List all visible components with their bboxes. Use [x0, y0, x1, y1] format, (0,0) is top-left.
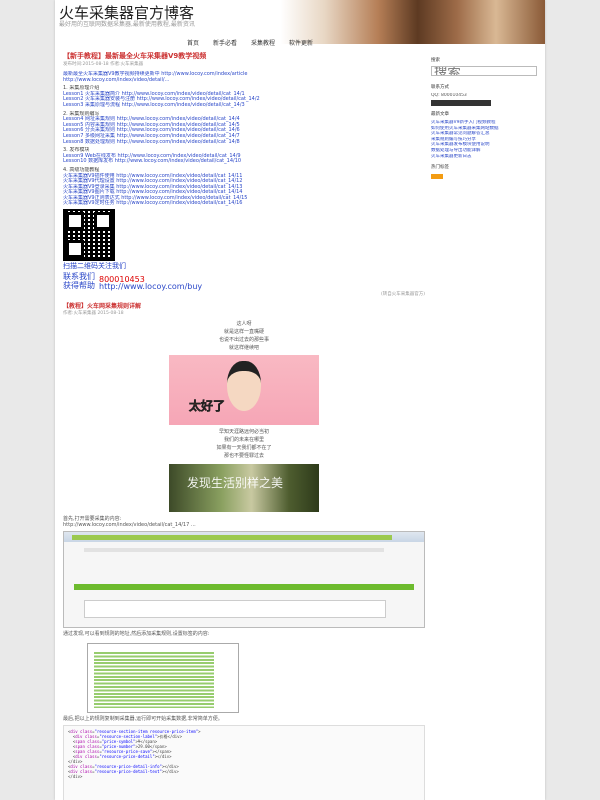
screenshot-steps — [72, 535, 392, 541]
link-line[interactable]: Lesson3 采集原理与流程 http://www.locoy.com/ind… — [63, 102, 425, 107]
link-block: 2. 采集规则编写 Lesson4 网址采集规则 http://www.loco… — [63, 111, 425, 144]
sidebar-heading: 热门标签 — [431, 165, 449, 171]
site-subtitle: 最好用的互联网数据采集器,最新使用教程,最新资讯 — [59, 21, 195, 28]
poem-line: 就这样继续吧 — [228, 345, 259, 352]
post-meta: 发布时间:2015-08-18 作者:火车采集器 — [63, 62, 144, 67]
source-note: (转自火车采集器官方) — [380, 292, 425, 298]
sidebar-text: QQ: 800010453 — [431, 92, 467, 98]
cartoon-image: 太好了 — [169, 355, 319, 426]
paragraph: 通过发现,可以看到规则的地址,然后添加采集规则,设置标签的内容: — [63, 631, 210, 638]
link-block: 4. 高级功能教程 火车采集器V9插件使用 http://www.locoy.c… — [63, 167, 425, 206]
qr-corner — [66, 240, 84, 259]
top-nav: 首页 新手必看 采集教程 软件更新 — [185, 38, 315, 47]
link-line[interactable]: http://www.locoy.com/index/video/detail/… — [63, 77, 425, 82]
poem-line: 也说不出过去的那些事 — [218, 337, 269, 344]
poem-line: 这人呀 — [236, 321, 252, 328]
link-line[interactable]: Lesson10 数据库发布 http://www.locoy.com/inde… — [63, 158, 425, 164]
cartoon-face — [227, 361, 261, 412]
link-block: 1. 采集原理介绍 Lesson1 火车采集器简介 http://www.loc… — [63, 85, 425, 107]
link-block: 3. 发布模块 Lesson9 Web在线发布 http://www.locoy… — [63, 147, 425, 164]
link-line[interactable]: 火车采集器V9定时任务 http://www.locoy.com/index/v… — [63, 200, 425, 206]
section-meta: 作者:火车采集器 2015-08-18 — [63, 311, 124, 317]
leaf-text: 发现生活别样之美 — [187, 476, 284, 491]
qr-corner — [66, 212, 84, 231]
sidebar-heading: 联系方式 — [431, 84, 449, 90]
cartoon-text: 太好了 — [189, 399, 226, 414]
qr-caption: 扫描二维码关注我们 — [63, 262, 126, 271]
qr-code-image — [63, 209, 115, 262]
sidebar: 搜索 联系方式 QQ: 800010453 最新文章 火车采集器V9新手入门视频… — [431, 52, 539, 180]
paragraph: 最后,把以上的规则复制到采集器,运行即可开始采集数据,非常简单方便。 — [63, 716, 223, 723]
text-line: 那也不要怪罪过去 — [223, 453, 264, 460]
nav-item-updates[interactable]: 软件更新 — [287, 38, 315, 47]
link-line[interactable]: Lesson8 数据处理规则 http://www.locoy.com/inde… — [63, 139, 425, 144]
help-label: 获得帮助 — [63, 281, 95, 291]
text-line: 早知天涯路远何必当初 — [218, 429, 269, 436]
link-block: 最新最全火车采集器V9教学视频持续更新中 http://www.locoy.co… — [63, 71, 425, 82]
screenshot-tabbar — [74, 584, 414, 591]
subscribe-button[interactable] — [431, 174, 443, 180]
nav-item-tutorials[interactable]: 采集教程 — [249, 38, 277, 47]
contact-label: 联系我们 — [63, 272, 95, 282]
result-rows — [94, 652, 214, 709]
buy-link[interactable]: http://www.locoy.com/buy — [99, 283, 202, 291]
screenshot-code — [84, 600, 386, 619]
post-title[interactable]: 【新手教程】最新最全火车采集器V9教学视频 — [63, 52, 425, 61]
qr-section: 扫描二维码关注我们 — [63, 209, 425, 271]
page: 火车采集器官方博客 最好用的互联网数据采集器,最新使用教程,最新资讯 首页 新手… — [55, 0, 545, 800]
software-screenshot — [63, 531, 425, 629]
main-content: 【新手教程】最新最全火车采集器V9教学视频 发布时间:2015-08-18 作者… — [63, 52, 425, 800]
sidebar-link[interactable]: 火车采集器更新日志 — [431, 154, 539, 160]
text-line: 如果有一天我们都不在了 — [216, 445, 272, 452]
lines-block: 早知天涯路远何必当初 我们的未来在哪里 如果有一天我们都不在了 那也不要怪罪过去 — [63, 428, 425, 460]
search-input[interactable] — [431, 66, 537, 76]
nav-item-home[interactable]: 首页 — [185, 38, 201, 47]
poem-line: 就是这样一直嘴硬 — [223, 329, 264, 336]
text-line: 我们的未来在哪里 — [223, 437, 264, 444]
qr-corner — [94, 212, 112, 231]
sidebar-heading: 最新文章 — [431, 112, 449, 118]
leaf-image: 发现生活别样之美 — [169, 464, 319, 513]
sidebar-heading: 搜索 — [431, 58, 440, 63]
sidebar-list: 火车采集器V9新手入门视频教程 如何使用火车采集器采集网站数据 火车采集器常见问… — [431, 120, 539, 159]
code-block: <div class="resource-section-item resour… — [63, 725, 425, 800]
nav-item-beginners[interactable]: 新手必看 — [211, 38, 239, 47]
sidebar-bar — [431, 100, 491, 107]
screenshot-url — [84, 548, 384, 553]
result-screenshot — [87, 643, 239, 714]
header: 火车采集器官方博客 最好用的互联网数据采集器,最新使用教程,最新资讯 首页 新手… — [55, 0, 545, 47]
poem-block: 这人呀 就是这样一直嘴硬 也说不出过去的那些事 就这样继续吧 — [63, 320, 425, 352]
paragraph-link[interactable]: http://www.locoy.com/index/video/detail/… — [63, 522, 425, 528]
section-title[interactable]: 【教程】火车网采集规则详解 — [63, 304, 425, 310]
contact-block: 联系我们 获得帮助 800010453 http://www.locoy.com… — [63, 272, 425, 291]
